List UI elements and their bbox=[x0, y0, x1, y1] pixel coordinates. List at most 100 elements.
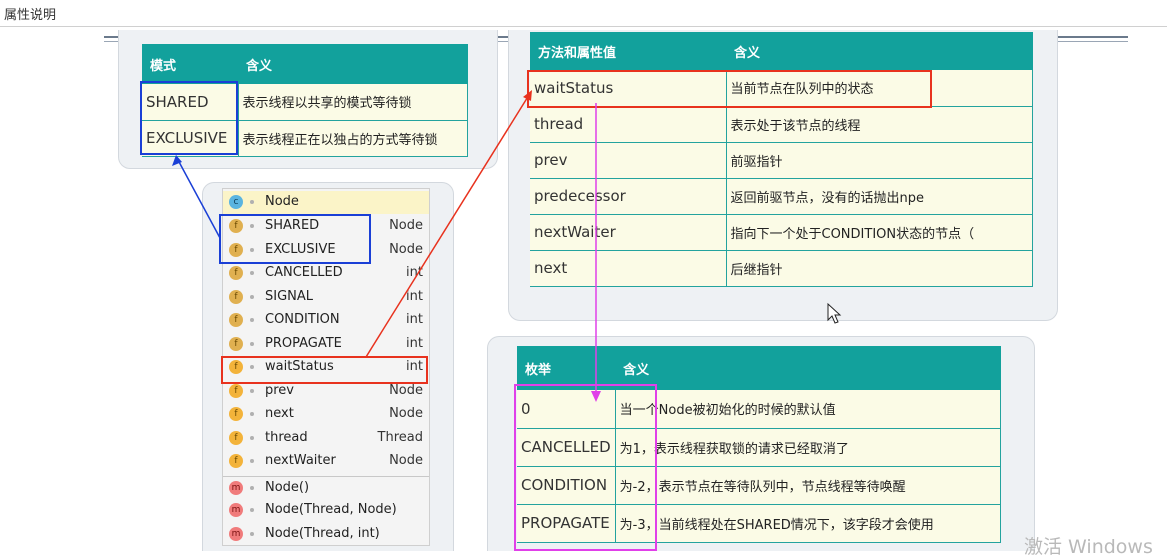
field-icon: f bbox=[229, 219, 243, 233]
member-name: SHARED bbox=[265, 218, 320, 233]
access-dot-icon bbox=[250, 412, 254, 416]
node-member-row: f CONDITION int bbox=[223, 309, 429, 332]
member-name: thread bbox=[265, 429, 308, 445]
method-name-cell: predecessor bbox=[530, 178, 727, 215]
member-type: int bbox=[406, 312, 423, 327]
access-dot-icon bbox=[250, 531, 254, 536]
method-name-cell: prev bbox=[530, 142, 727, 179]
class-icon: c bbox=[229, 195, 243, 209]
access-dot-icon bbox=[250, 435, 254, 440]
enum-value-cell: CANCELLED bbox=[517, 428, 616, 467]
node-member-row: f EXCLUSIVE Node bbox=[223, 239, 429, 262]
member-type: Node bbox=[389, 218, 423, 233]
member-type: int bbox=[406, 335, 423, 351]
access-dot-icon bbox=[250, 459, 254, 463]
member-name: PROPAGATE bbox=[265, 335, 342, 351]
method-meaning-cell: 指向下一个处于CONDITION状态的节点（ bbox=[726, 214, 1033, 251]
method-name-cell: next bbox=[530, 250, 727, 287]
access-dot-icon bbox=[250, 485, 254, 490]
title-bar: 属性说明 bbox=[0, 0, 1167, 27]
mode-cell: SHARED bbox=[142, 84, 239, 121]
field-icon: f bbox=[229, 289, 243, 304]
node-member-row: f nextWaiter Node bbox=[223, 450, 429, 473]
method-meaning-cell: 表示处于该节点的线程 bbox=[726, 106, 1033, 143]
member-name: Node() bbox=[265, 479, 310, 495]
member-name: SIGNAL bbox=[265, 288, 314, 304]
mode-table-header-mode: 模式 bbox=[142, 44, 238, 84]
method-meaning-cell: 前驱指针 bbox=[726, 142, 1033, 179]
node-structure-panel: c Node f SHARED Node f EXCLUSIVE Node f CANCELL… bbox=[222, 188, 430, 546]
member-name: nextWaiter bbox=[265, 453, 336, 468]
access-dot-icon bbox=[250, 341, 254, 346]
access-dot-icon bbox=[250, 294, 254, 299]
method-meaning-cell: 当前节点在队列中的状态 bbox=[726, 70, 1033, 107]
enum-meaning-cell: 为-3，当前线程处在SHARED情况下，该字段才会使用 bbox=[615, 504, 1002, 543]
member-name: next bbox=[265, 406, 294, 421]
mode-meaning-cell: 表示线程以共享的模式等待锁 bbox=[238, 84, 468, 121]
field-icon: f bbox=[229, 266, 243, 280]
access-dot-icon bbox=[250, 271, 254, 275]
access-dot-icon bbox=[250, 247, 254, 252]
node-member-row: f SHARED Node bbox=[223, 215, 429, 238]
mode-table: 模式 含义 SHARED 表示线程以共享的模式等待锁 EXCLUSIVE 表示线… bbox=[142, 44, 468, 157]
member-type: int bbox=[406, 359, 423, 374]
node-class-row: c Node bbox=[223, 191, 429, 214]
enum-table-header-enum: 枚举 bbox=[517, 346, 616, 390]
enum-value-cell: PROPAGATE bbox=[517, 504, 616, 543]
member-type: int bbox=[406, 265, 423, 280]
node-member-row: m Node(Thread, int) bbox=[223, 523, 429, 546]
method-icon: m bbox=[229, 480, 243, 495]
member-name: Node(Thread, Node) bbox=[265, 502, 397, 517]
node-member-row: f thread Thread bbox=[223, 427, 429, 450]
field-icon: f bbox=[229, 336, 243, 351]
field-icon: f bbox=[229, 383, 243, 398]
node-member-row: f waitStatus int bbox=[223, 356, 429, 379]
node-member-row: f prev Node bbox=[223, 380, 429, 403]
access-dot-icon bbox=[250, 388, 254, 393]
member-name: CONDITION bbox=[265, 312, 340, 327]
member-type: Node bbox=[389, 453, 423, 468]
member-name: prev bbox=[265, 382, 295, 398]
field-icon: f bbox=[229, 430, 243, 445]
node-member-row: f next Node bbox=[223, 403, 429, 426]
method-icon: m bbox=[229, 526, 243, 541]
field-icon: f bbox=[229, 242, 243, 257]
member-type: Node bbox=[389, 241, 423, 257]
page-title: 属性说明 bbox=[4, 8, 57, 23]
member-type: int bbox=[406, 288, 423, 304]
access-dot-icon bbox=[250, 224, 254, 228]
enum-meaning-cell: 当一个Node被初始化的时候的默认值 bbox=[615, 390, 1002, 429]
method-meaning-cell: 后继指针 bbox=[726, 250, 1033, 287]
node-member-row: f CANCELLED int bbox=[223, 262, 429, 285]
node-member-row: m Node() bbox=[223, 475, 429, 500]
member-name: EXCLUSIVE bbox=[265, 241, 336, 257]
member-name: Node(Thread, int) bbox=[265, 525, 380, 541]
field-icon: f bbox=[229, 360, 243, 374]
member-type: Node bbox=[389, 406, 423, 421]
method-meaning-cell: 返回前驱节点，没有的话抛出npe bbox=[726, 178, 1033, 215]
node-member-row: m Node(Thread, Node) bbox=[223, 499, 429, 522]
node-member-row: f SIGNAL int bbox=[223, 286, 429, 309]
node-class-name: Node bbox=[265, 194, 299, 209]
enum-table-header-meaning: 含义 bbox=[615, 346, 1001, 390]
member-type: Thread bbox=[377, 429, 423, 445]
field-icon: f bbox=[229, 313, 243, 327]
member-name: waitStatus bbox=[265, 359, 334, 374]
enum-value-cell: CONDITION bbox=[517, 466, 616, 505]
member-type: Node bbox=[389, 382, 423, 398]
method-table-header-name: 方法和属性值 bbox=[530, 32, 726, 70]
access-dot-icon bbox=[250, 318, 254, 322]
access-dot-icon bbox=[250, 200, 254, 204]
windows-activation-watermark: 激活 Windows bbox=[1024, 536, 1153, 558]
field-icon: f bbox=[229, 407, 243, 421]
mode-cell: EXCLUSIVE bbox=[142, 120, 239, 157]
method-name-cell: nextWaiter bbox=[530, 214, 727, 251]
method-name-cell: thread bbox=[530, 106, 727, 143]
access-dot-icon bbox=[250, 365, 254, 369]
enum-value-cell: 0 bbox=[517, 390, 616, 429]
enum-meaning-cell: 为-2，表示节点在等待队列中，节点线程等待唤醒 bbox=[615, 466, 1002, 505]
mode-table-header-meaning: 含义 bbox=[238, 44, 468, 84]
enum-meaning-cell: 为1，表示线程获取锁的请求已经取消了 bbox=[615, 428, 1002, 467]
enum-table: 枚举 含义 0 当一个Node被初始化的时候的默认值 CANCELLED 为1，表示… bbox=[517, 346, 1002, 543]
method-table-header-meaning: 含义 bbox=[726, 32, 1033, 70]
